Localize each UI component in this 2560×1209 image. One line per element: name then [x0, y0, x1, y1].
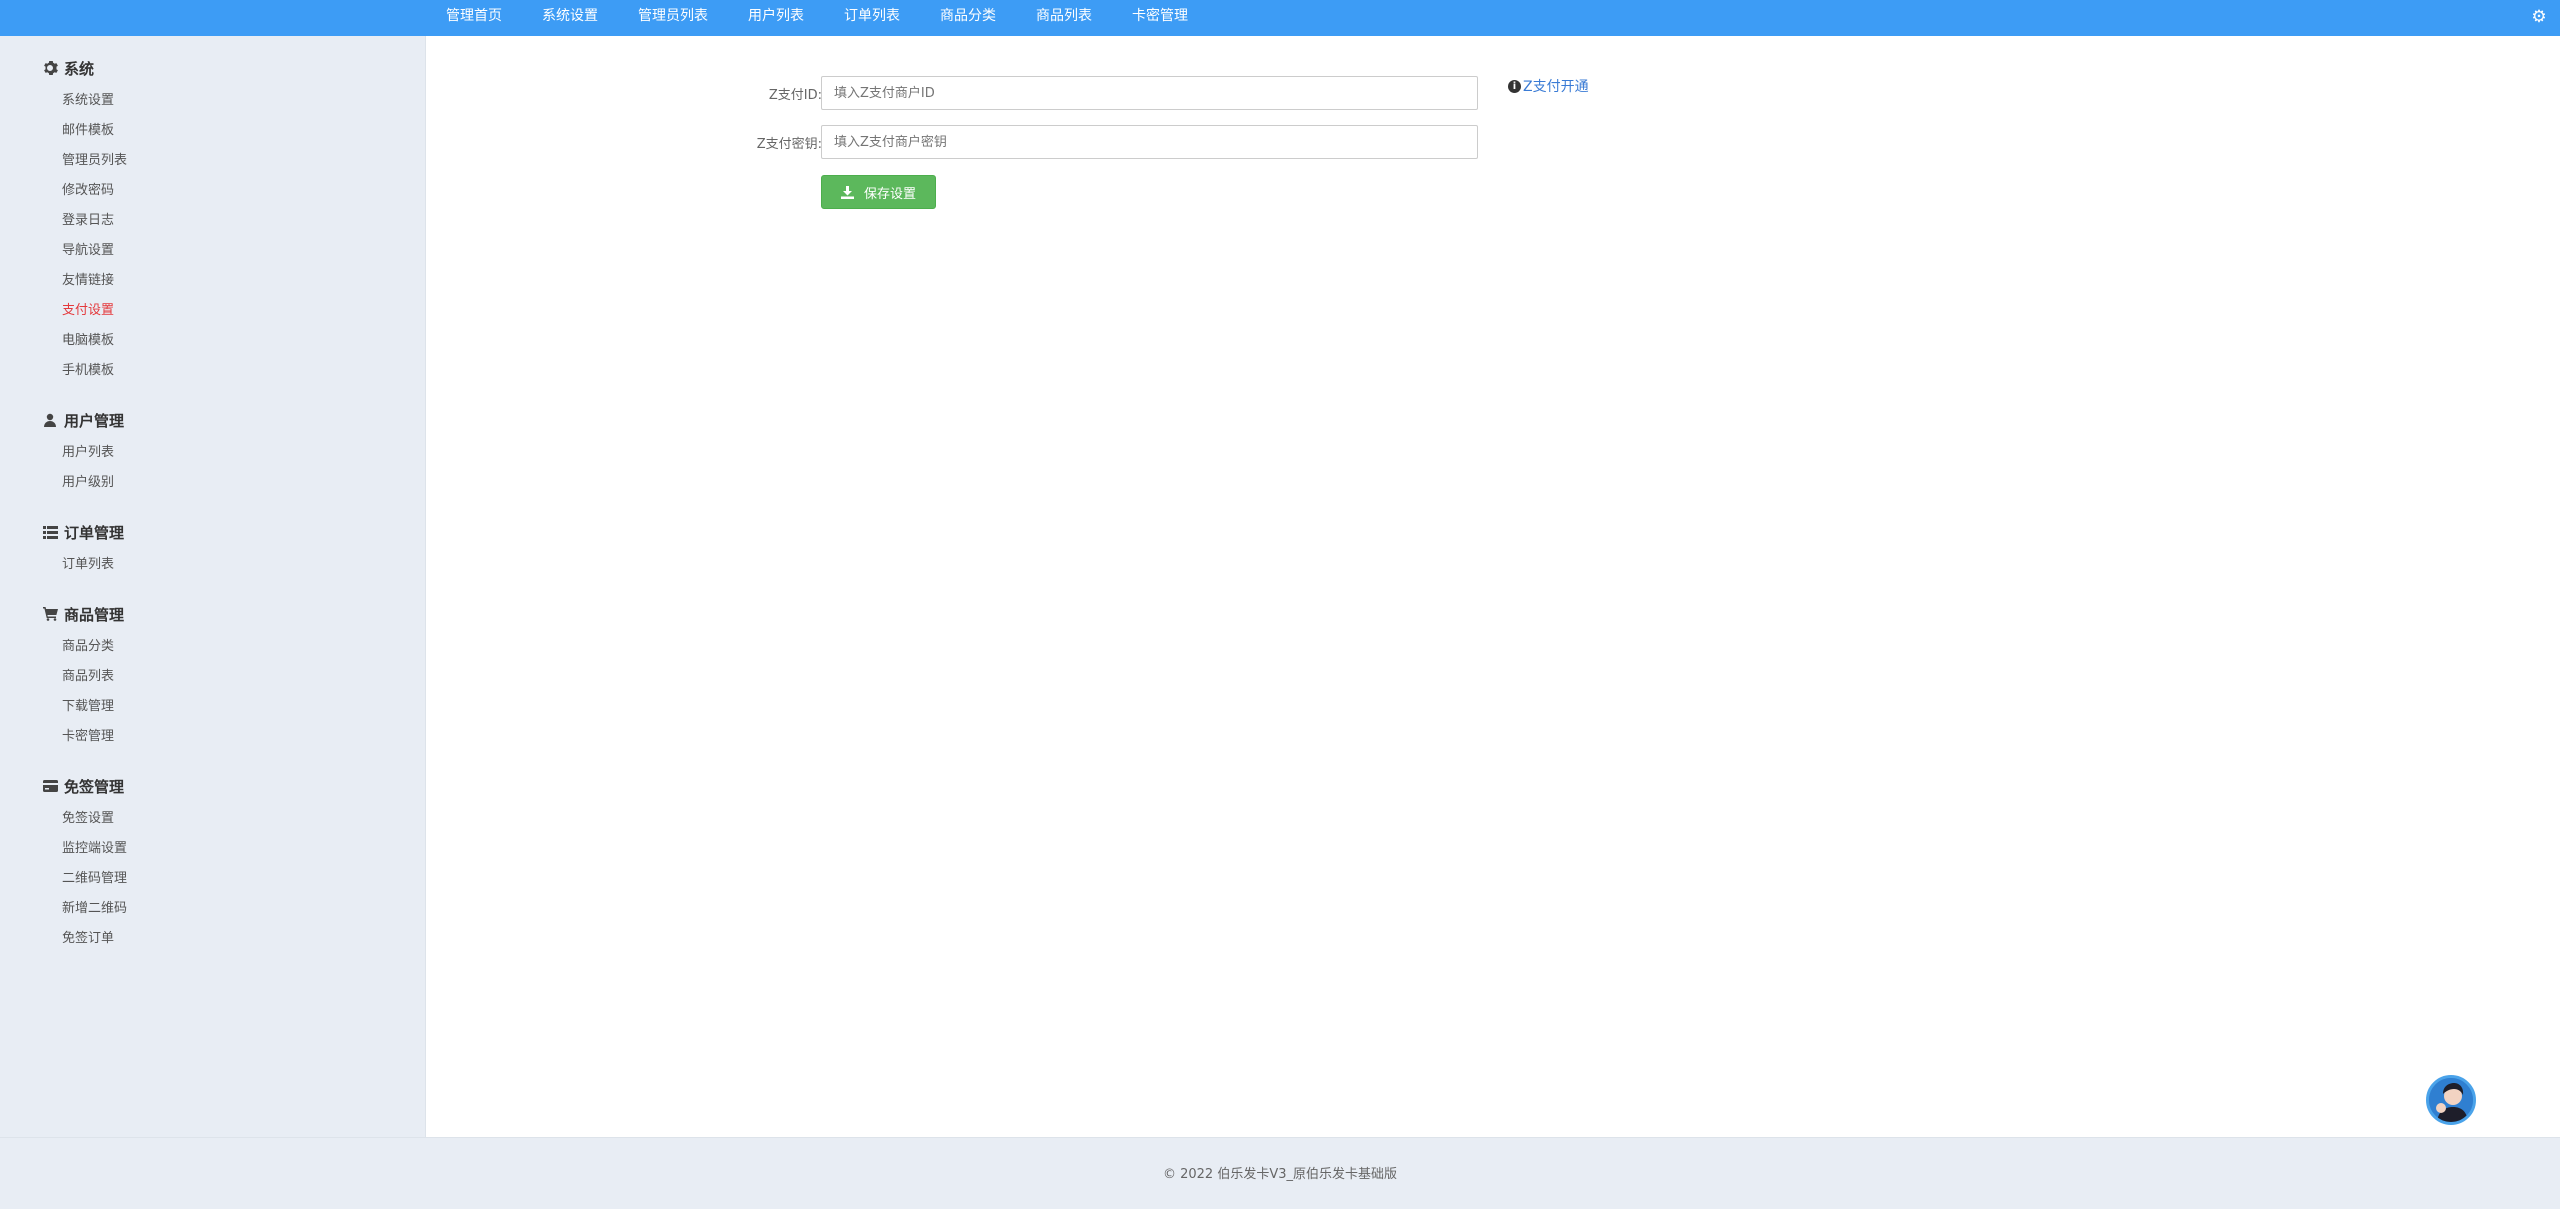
sidebar-section-users: 用户管理 用户列表 用户级别	[0, 410, 124, 498]
topnav-system-settings[interactable]: 系统设置	[542, 0, 598, 36]
topnav-product-category[interactable]: 商品分类	[940, 0, 996, 36]
sidebar-menu: 订单列表	[0, 550, 124, 580]
sidebar-section-title: 商品管理	[0, 604, 124, 624]
topnav-order-list[interactable]: 订单列表	[844, 0, 900, 36]
gear-icon[interactable]: ⚙	[2530, 8, 2548, 26]
main-content: Z支付ID: Z支付密钥: 保存设置 i Z支付开通	[427, 36, 2560, 1137]
sidebar-item-mobile-template[interactable]: 手机模板	[0, 356, 127, 386]
sidebar-section-title: 订单管理	[0, 522, 124, 542]
sidebar-item-payment-settings[interactable]: 支付设置	[0, 296, 127, 326]
sidebar-menu: 免签设置 监控端设置 二维码管理 新增二维码 免签订单	[0, 804, 127, 954]
sidebar-item-free-sign-settings[interactable]: 免签设置	[0, 804, 127, 834]
avatar[interactable]	[2426, 1075, 2476, 1125]
info-icon: i	[1508, 79, 1521, 93]
cart-icon	[38, 604, 62, 624]
sidebar: 系统 系统设置 邮件模板 管理员列表 修改密码 登录日志 导航设置 友情链接 支…	[0, 36, 426, 1137]
zpay-signup-label: Z支付开通	[1523, 79, 1589, 95]
sidebar-item-change-password[interactable]: 修改密码	[0, 176, 127, 206]
top-nav: 管理首页 系统设置 管理员列表 用户列表 订单列表 商品分类 商品列表 卡密管理	[446, 0, 1228, 36]
sidebar-item-admin-list[interactable]: 管理员列表	[0, 146, 127, 176]
zpay-key-label: Z支付密钥:	[756, 137, 822, 152]
zpay-id-input[interactable]	[821, 76, 1478, 110]
sidebar-item-product-category[interactable]: 商品分类	[0, 632, 124, 662]
sidebar-section-title: 免签管理	[0, 776, 127, 796]
topnav-card-management[interactable]: 卡密管理	[1132, 0, 1188, 36]
sidebar-item-add-qrcode[interactable]: 新增二维码	[0, 894, 127, 924]
card-icon	[38, 776, 62, 796]
sidebar-item-card-management[interactable]: 卡密管理	[0, 722, 124, 752]
sidebar-item-login-log[interactable]: 登录日志	[0, 206, 127, 236]
gear-icon	[38, 58, 62, 78]
zpay-signup-link[interactable]: i Z支付开通	[1508, 76, 1589, 96]
sidebar-section-orders: 订单管理 订单列表	[0, 522, 124, 580]
sidebar-section-products: 商品管理 商品分类 商品列表 下载管理 卡密管理	[0, 604, 124, 752]
sidebar-item-product-list[interactable]: 商品列表	[0, 662, 124, 692]
save-settings-label: 保存设置	[863, 186, 916, 202]
topnav-home[interactable]: 管理首页	[446, 0, 502, 36]
sidebar-item-nav-settings[interactable]: 导航设置	[0, 236, 127, 266]
sidebar-item-monitor-settings[interactable]: 监控端设置	[0, 834, 127, 864]
sidebar-menu: 商品分类 商品列表 下载管理 卡密管理	[0, 632, 124, 752]
sidebar-item-download-management[interactable]: 下载管理	[0, 692, 124, 722]
footer: © 2022 伯乐发卡V3_原伯乐发卡基础版	[0, 1137, 2560, 1209]
sidebar-item-system-settings[interactable]: 系统设置	[0, 86, 127, 116]
list-icon	[38, 522, 62, 542]
sidebar-section-free-sign: 免签管理 免签设置 监控端设置 二维码管理 新增二维码 免签订单	[0, 776, 127, 954]
sidebar-section-title: 用户管理	[0, 410, 124, 430]
download-icon	[840, 185, 854, 199]
sidebar-section-system: 系统 系统设置 邮件模板 管理员列表 修改密码 登录日志 导航设置 友情链接 支…	[0, 58, 127, 386]
sidebar-item-order-list[interactable]: 订单列表	[0, 550, 124, 580]
sidebar-item-free-sign-orders[interactable]: 免签订单	[0, 924, 127, 954]
sidebar-item-user-list[interactable]: 用户列表	[0, 438, 124, 468]
sidebar-item-pc-template[interactable]: 电脑模板	[0, 326, 127, 356]
sidebar-item-friend-links[interactable]: 友情链接	[0, 266, 127, 296]
topnav-user-list[interactable]: 用户列表	[748, 0, 804, 36]
sidebar-menu: 系统设置 邮件模板 管理员列表 修改密码 登录日志 导航设置 友情链接 支付设置…	[0, 86, 127, 386]
save-settings-button[interactable]: 保存设置	[821, 175, 936, 209]
sidebar-menu: 用户列表 用户级别	[0, 438, 124, 498]
zpay-key-input[interactable]	[821, 125, 1478, 159]
top-navbar: 管理首页 系统设置 管理员列表 用户列表 订单列表 商品分类 商品列表 卡密管理…	[0, 0, 2560, 36]
sidebar-item-user-level[interactable]: 用户级别	[0, 468, 124, 498]
sidebar-item-mail-template[interactable]: 邮件模板	[0, 116, 127, 146]
user-icon	[38, 410, 62, 430]
topnav-admin-list[interactable]: 管理员列表	[638, 0, 708, 36]
topnav-product-list[interactable]: 商品列表	[1036, 0, 1092, 36]
copyright-text: © 2022 伯乐发卡V3_原伯乐发卡基础版	[1162, 1167, 1397, 1182]
sidebar-item-qrcode-management[interactable]: 二维码管理	[0, 864, 127, 894]
zpay-id-label: Z支付ID:	[768, 88, 822, 103]
sidebar-section-title: 系统	[0, 58, 127, 78]
